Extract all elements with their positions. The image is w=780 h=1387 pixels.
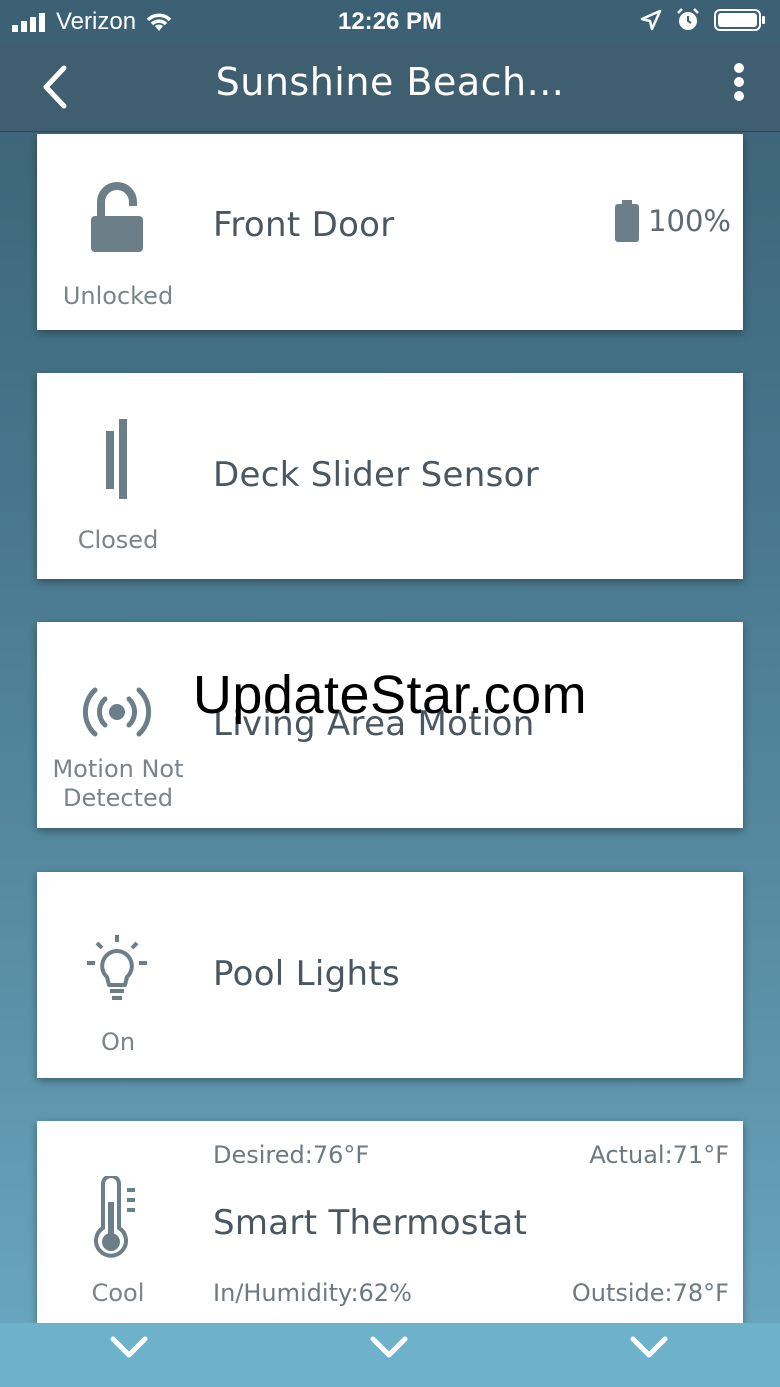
device-state: Closed [77,526,159,554]
device-name: Pool Lights [213,954,401,994]
device-card-pool-lights[interactable]: On Pool Lights [37,872,743,1078]
device-state: Cool [91,1279,145,1307]
contact-sensor-icon [77,419,157,499]
device-card-smart-thermostat[interactable]: Cool Desired:76°F Actual:71°F Smart Ther… [37,1121,743,1323]
indoor-humidity: In/Humidity:62% [213,1279,412,1307]
battery-percent: 100% [648,204,731,238]
outside-temp: Outside:78°F [571,1279,729,1307]
page-title: Sunshine Beach... [215,60,565,104]
chevron-down-icon[interactable] [369,1333,409,1363]
battery-level: 100% [614,200,731,242]
actual-temp: Actual:71°F [589,1141,729,1169]
desired-temp: Desired:76°F [213,1141,370,1169]
thermometer-icon [77,1176,157,1259]
device-state-line1: Motion Not [52,755,184,783]
device-card-front-door[interactable]: Unlocked Front Door 100% [37,134,743,330]
device-state: Motion Not Detected [37,755,199,813]
nav-bar: Sunshine Beach... [0,44,780,132]
lock-open-icon [77,180,157,260]
status-bar: Verizon 12:26 PM [0,0,780,44]
device-name: Front Door [213,205,395,245]
device-state-line2: Detected [62,784,174,812]
alarm-icon [677,8,699,30]
watermark: UpdateStar.com [192,665,588,725]
lightbulb-icon [77,930,157,1010]
battery-status-icon [714,9,765,31]
chevron-down-icon[interactable] [109,1333,149,1363]
device-state: On [100,1028,136,1056]
more-options-icon[interactable] [724,60,754,110]
device-state: Unlocked [62,282,174,310]
device-card-deck-slider-sensor[interactable]: Closed Deck Slider Sensor [37,373,743,579]
battery-icon [615,200,640,242]
status-right [640,8,766,32]
bottom-bar [0,1323,780,1387]
device-name: Deck Slider Sensor [213,455,539,495]
location-icon [640,9,662,31]
chevron-down-icon[interactable] [629,1333,669,1363]
device-name: Smart Thermostat [213,1203,528,1243]
